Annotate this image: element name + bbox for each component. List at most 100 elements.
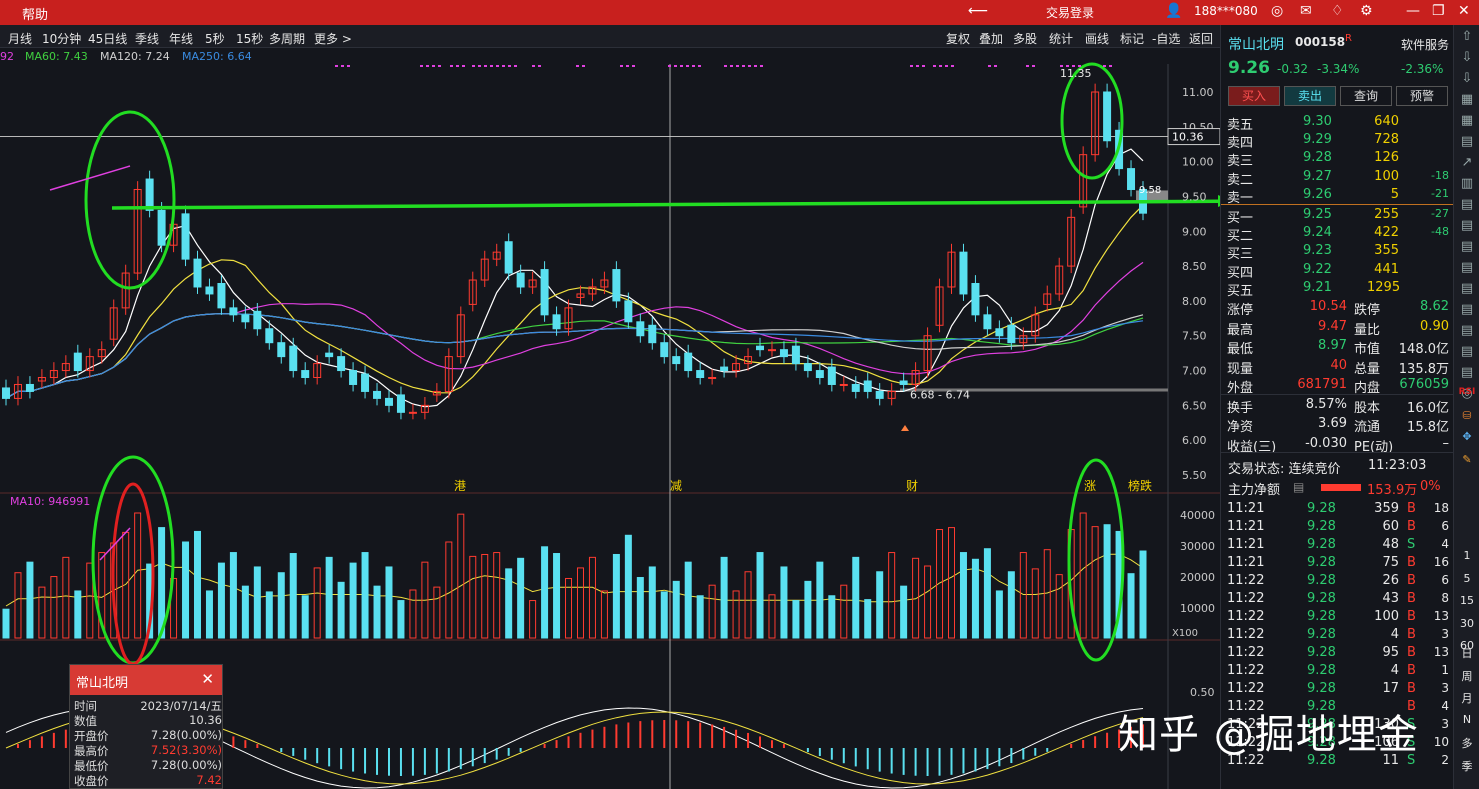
gear-icon[interactable]: ⚙: [1360, 3, 1373, 19]
volume-bar: [193, 530, 201, 639]
volume-bar: [983, 548, 991, 639]
candle-body: [648, 324, 657, 344]
period-label[interactable]: 周: [1454, 668, 1479, 684]
tool-icon[interactable]: ▤: [1454, 134, 1479, 149]
candle-body: [1103, 91, 1112, 142]
rsi-button[interactable]: RSI: [1454, 387, 1479, 397]
overlay-button[interactable]: 叠加: [979, 30, 1003, 47]
period-multi[interactable]: 多周期: [269, 30, 305, 47]
period-label[interactable]: 季: [1454, 758, 1479, 774]
ask-row[interactable]: 卖四 9.29 728: [1227, 132, 1449, 151]
minimize-icon[interactable]: —: [1406, 3, 1420, 19]
tool-icon[interactable]: ▤: [1454, 302, 1479, 317]
signal-dot: [922, 65, 925, 67]
return-button[interactable]: 返回: [1189, 30, 1213, 47]
mark-button[interactable]: 标记: [1120, 30, 1144, 47]
user-icon[interactable]: 👤: [1165, 3, 1182, 19]
period-label[interactable]: 日: [1454, 645, 1479, 661]
period-year[interactable]: 年线: [169, 30, 193, 47]
price-axis-label: 8.50: [1182, 260, 1207, 273]
headset-icon[interactable]: ◎: [1271, 3, 1283, 19]
skin-icon[interactable]: ♢: [1331, 3, 1344, 19]
tool-icon[interactable]: ▤: [1454, 323, 1479, 338]
volume-unit: X100: [1172, 628, 1198, 639]
user-account[interactable]: 188***080: [1194, 4, 1258, 18]
ask-row[interactable]: 卖二 9.27 100 -18: [1227, 169, 1449, 188]
period-number[interactable]: 15: [1454, 594, 1479, 607]
remove-watchlist-button[interactable]: -自选: [1152, 30, 1180, 47]
query-button[interactable]: 查询: [1340, 86, 1392, 106]
tool-icon[interactable]: ▥: [1454, 176, 1479, 191]
trade-login[interactable]: 交易登录: [1046, 4, 1094, 21]
bid-row[interactable]: 买一 9.25 255 -27: [1227, 207, 1449, 226]
level-volume: 728: [1374, 132, 1399, 148]
signal-dot: [1032, 65, 1035, 67]
volume-axis-label: 10000: [1180, 602, 1215, 615]
stats-divider: [1221, 452, 1454, 453]
tool-icon[interactable]: ▤: [1454, 344, 1479, 359]
ask-row[interactable]: 卖三 9.28 126: [1227, 150, 1449, 169]
period-5sec[interactable]: 5秒: [205, 30, 225, 47]
level-price: 9.23: [1303, 243, 1332, 259]
tool-icon[interactable]: ↗: [1454, 155, 1479, 170]
alert-button[interactable]: 预警: [1396, 86, 1448, 106]
ask-row[interactable]: 卖一 9.26 5 -21: [1227, 187, 1449, 206]
period-number[interactable]: 1: [1454, 549, 1479, 562]
tool-icon[interactable]: ⇩: [1454, 50, 1479, 65]
bid-row[interactable]: 买三 9.23 355: [1227, 243, 1449, 262]
restore-rights-button[interactable]: 复权: [946, 30, 970, 47]
tool-icon[interactable]: ▤: [1454, 260, 1479, 275]
level-label: 买二: [1227, 229, 1254, 245]
tool-icon[interactable]: ▤: [1454, 239, 1479, 254]
period-quarter[interactable]: 季线: [135, 30, 159, 47]
bid-row[interactable]: 买五 9.21 1295: [1227, 280, 1449, 299]
tick-count: 4: [1441, 537, 1449, 551]
level-label: 买一: [1227, 211, 1254, 226]
candle-body: [684, 352, 693, 372]
move-icon[interactable]: ✥: [1454, 430, 1479, 443]
bid-row[interactable]: 买二 9.24 422 -48: [1227, 225, 1449, 245]
bag-icon[interactable]: ⛁: [1454, 409, 1479, 422]
signal-dot: [620, 65, 623, 67]
help-menu[interactable]: 帮助: [22, 4, 48, 23]
pencil-icon[interactable]: ✎: [1454, 453, 1479, 466]
sell-button[interactable]: 卖出: [1284, 86, 1336, 106]
chart-toggle-icon[interactable]: ▤: [1293, 480, 1304, 494]
back-arrow-icon[interactable]: ⟵: [968, 3, 988, 19]
period-15sec[interactable]: 15秒: [236, 30, 263, 47]
tool-icon[interactable]: ▦: [1454, 113, 1479, 128]
close-icon[interactable]: ✕: [1458, 3, 1470, 19]
period-month[interactable]: 月线: [8, 30, 32, 47]
tool-icon[interactable]: ⇩: [1454, 71, 1479, 86]
period-label[interactable]: 月: [1454, 690, 1479, 706]
draw-line-button[interactable]: 画线: [1085, 30, 1109, 47]
ask-row[interactable]: 卖五 9.30 640: [1227, 114, 1449, 133]
signal-dot: [994, 65, 997, 67]
period-label[interactable]: N: [1454, 713, 1479, 726]
buy-button[interactable]: 买入: [1228, 86, 1280, 106]
tool-icon[interactable]: ▤: [1454, 218, 1479, 233]
close-icon[interactable]: ✕: [201, 670, 214, 688]
period-10min[interactable]: 10分钟: [42, 30, 81, 47]
restore-icon[interactable]: ❐: [1432, 3, 1445, 19]
tick-time: 11:22: [1227, 681, 1265, 696]
tool-icon[interactable]: ▦: [1454, 92, 1479, 107]
period-number[interactable]: 5: [1454, 572, 1479, 585]
candle-body: [408, 411, 417, 414]
candle-body: [2, 387, 10, 399]
mail-icon[interactable]: ✉: [1300, 3, 1312, 19]
period-label[interactable]: 多: [1454, 735, 1479, 751]
stats-button[interactable]: 统计: [1049, 30, 1073, 47]
tool-icon[interactable]: ▤: [1454, 281, 1479, 296]
tool-icon[interactable]: ▤: [1454, 197, 1479, 212]
volume-bar: [900, 585, 908, 639]
tool-icon[interactable]: ▤: [1454, 365, 1479, 380]
period-more[interactable]: 更多 >: [314, 30, 352, 47]
period-number[interactable]: 30: [1454, 617, 1479, 630]
period-45day[interactable]: 45日线: [88, 30, 127, 47]
tool-icon[interactable]: ⇧: [1454, 29, 1479, 44]
bid-row[interactable]: 买四 9.22 441: [1227, 262, 1449, 281]
tick-count: 16: [1433, 555, 1449, 569]
sector-name[interactable]: 软件服务: [1401, 36, 1449, 53]
multi-stock-button[interactable]: 多股: [1013, 30, 1037, 47]
